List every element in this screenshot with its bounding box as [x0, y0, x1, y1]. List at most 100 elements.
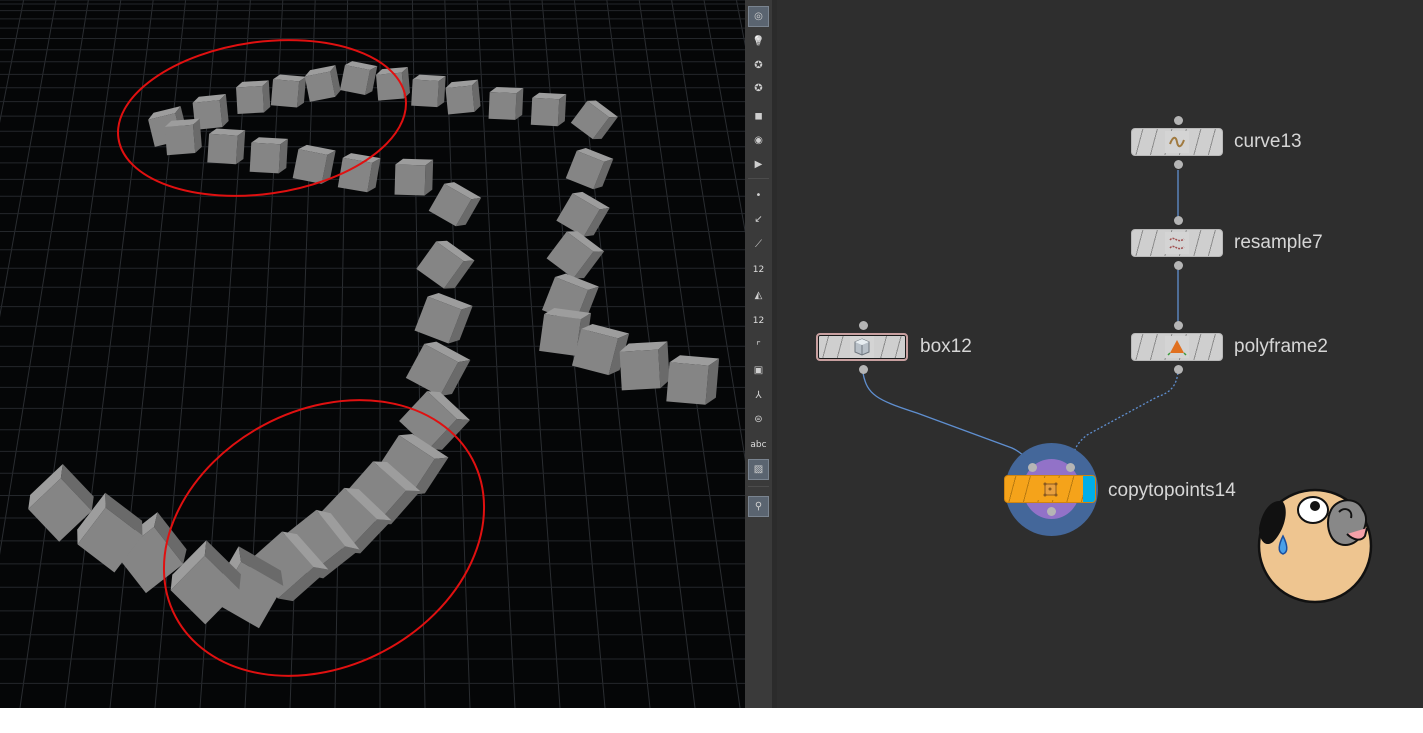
cube-face — [539, 314, 581, 356]
display-flag[interactable] — [1083, 476, 1095, 502]
toolbar-button-label: 12 — [752, 264, 765, 275]
cube-instance — [414, 292, 473, 344]
toolbar-button-point-normal[interactable]: ↙ — [748, 209, 769, 230]
toolbar-button-profile[interactable]: ⊜ — [748, 409, 769, 430]
transform-handle-icon: ⅄ — [755, 390, 762, 401]
toolbar-button-light-bulb[interactable]: 💡 — [748, 31, 769, 52]
cube-instance — [530, 92, 567, 127]
cube-face — [488, 92, 517, 120]
toolbar-button-headlight[interactable]: ✪ — [748, 55, 769, 76]
grid-line — [19, 0, 122, 708]
profile-icon: ⊜ — [754, 414, 763, 425]
grid-line — [0, 0, 25, 124]
copy-target-points-input-port[interactable] — [1066, 463, 1075, 472]
grid-line — [64, 0, 154, 708]
point-normal-icon: ↙ — [754, 214, 763, 225]
cube-instance — [546, 231, 605, 279]
node-label: resample7 — [1234, 232, 1323, 253]
toolbar-separator — [748, 178, 769, 179]
toolbar-button-display-options[interactable]: ◎ — [748, 6, 769, 27]
background-image-icon: ▨ — [753, 464, 764, 475]
toolbar-separator — [748, 486, 769, 487]
toolbar-button-point-numbers[interactable]: 12 — [748, 259, 769, 280]
cube-instance — [411, 74, 446, 108]
toolbar-button-background-image[interactable]: ▨ — [748, 459, 769, 480]
box-icon — [850, 336, 874, 358]
node-label: curve13 — [1234, 131, 1302, 152]
curve-input-port[interactable] — [1174, 116, 1183, 125]
toolbar-button-label: abc — [750, 439, 767, 450]
display-options-icon: ◎ — [754, 11, 763, 22]
cube-face — [292, 149, 328, 184]
camera-icon: ▶ — [754, 159, 763, 170]
polyframe-input-port[interactable] — [1174, 321, 1183, 330]
cube-face — [666, 362, 709, 405]
toolbar-button-point-display[interactable]: • — [748, 185, 769, 206]
cube-instance — [270, 74, 307, 108]
shading-mode-icon: ◼ — [754, 111, 763, 122]
node-label: copytopoints14 — [1108, 480, 1236, 501]
toolbar-button-vertex-normal[interactable]: ⟋ — [748, 234, 769, 255]
copy-output-port[interactable] — [1047, 507, 1056, 516]
node-resample7[interactable] — [1131, 229, 1223, 257]
3d-viewport[interactable] — [0, 0, 745, 708]
cube-instance — [164, 118, 202, 156]
grid-line — [109, 0, 187, 708]
cube-instance — [207, 128, 246, 165]
headlight-icon: ✪ — [754, 60, 763, 71]
node-copytopoints14[interactable] — [1004, 475, 1096, 503]
cube-instance — [619, 341, 670, 391]
node-curve13[interactable] — [1131, 128, 1223, 156]
cube-face — [270, 79, 300, 108]
cube-instance — [339, 61, 378, 96]
cube-instance — [416, 240, 475, 289]
toolbar-button-attribute-text[interactable]: abc — [748, 434, 769, 455]
toolbar-button-primitive-numbers[interactable]: 12 — [748, 310, 769, 331]
toolbar-button-ambient-light[interactable]: ✪ — [748, 78, 769, 99]
copy-to-points-icon — [1038, 478, 1062, 500]
cube-instance — [570, 100, 618, 140]
cube-instance — [304, 65, 341, 102]
cube-face — [164, 124, 196, 156]
polyframe-output-port[interactable] — [1174, 365, 1183, 374]
cube-instance — [488, 86, 524, 120]
toolbar-button-camera[interactable]: ▶ — [748, 154, 769, 175]
point-display-icon: • — [755, 190, 762, 201]
grid-line — [0, 0, 89, 556]
vertex-normal-icon: ⟋ — [755, 239, 762, 250]
cube-face — [337, 157, 373, 193]
toolbar-button-primitive-normal[interactable]: ◭ — [748, 285, 769, 306]
copy-source-input-port[interactable] — [1028, 463, 1037, 472]
toolbar-button-hull[interactable]: ⌜ — [748, 336, 769, 357]
cube-instance — [236, 80, 271, 114]
cube-face — [207, 133, 238, 165]
node-box12[interactable] — [816, 333, 908, 361]
curve-output-port[interactable] — [1174, 160, 1183, 169]
cube-instance — [556, 191, 610, 237]
node-label: box12 — [920, 336, 972, 357]
resample-input-port[interactable] — [1174, 216, 1183, 225]
box-output-port[interactable] — [859, 365, 868, 374]
toolbar-button-visibility-eye[interactable]: ◉ — [748, 130, 769, 151]
toolbar-button-pin-location[interactable]: ⚲ — [748, 496, 769, 517]
uv-points-icon: ▣ — [753, 365, 764, 376]
cube-face — [376, 72, 404, 101]
viewport-display-toolbar: ◎ 💡 ✪ ✪ ◼ ◉ ▶ • ↙ ⟋ 12 ◭ 12 ⌜ ▣ ⅄ ⊜ abc ▨ ⚲ — [745, 0, 773, 708]
visibility-eye-icon: ◉ — [754, 135, 763, 146]
node-label: polyframe2 — [1234, 336, 1328, 357]
box-input-port[interactable] — [859, 321, 868, 330]
cube-face — [304, 71, 336, 102]
cube-instance — [394, 158, 434, 196]
network-editor[interactable]: curve13 resample7 polyframe2 box12 copyt… — [777, 0, 1423, 708]
cube-face — [530, 97, 560, 127]
node-polyframe2[interactable] — [1131, 333, 1223, 361]
toolbar-button-shading-mode[interactable]: ◼ — [748, 106, 769, 127]
wire-polyframe-copytopoints — [1069, 372, 1179, 469]
grid-line — [735, 0, 745, 47]
resample-output-port[interactable] — [1174, 261, 1183, 270]
wire-box-copytopoints — [862, 372, 1033, 469]
toolbar-button-transform-handle[interactable]: ⅄ — [748, 385, 769, 406]
pin-location-icon: ⚲ — [754, 501, 763, 512]
cube-face — [339, 64, 371, 96]
toolbar-button-uv-points[interactable]: ▣ — [748, 360, 769, 381]
